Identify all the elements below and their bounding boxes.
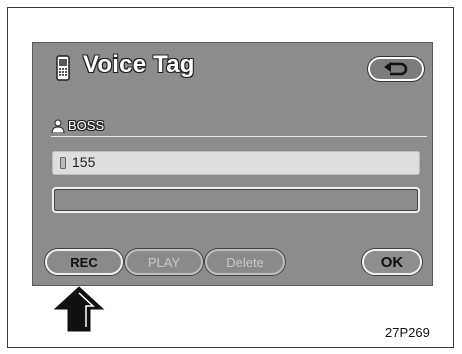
play-button[interactable]: PLAY [125,249,203,275]
contact-name-row: BOSS [51,115,427,137]
person-icon [51,119,65,133]
delete-button[interactable]: Delete [205,249,285,275]
contact-name: BOSS [68,118,105,133]
phone-number-value: 155 [72,154,96,170]
voice-tag-screen: Voice Tag BOSS 155 REC PLAY Delete OK [32,42,433,286]
ok-button[interactable]: OK [362,249,422,275]
empty-entry-field[interactable] [52,187,420,213]
rec-button[interactable]: REC [45,249,123,275]
return-arrow-icon [384,62,408,76]
figure-caption: 27P269 [385,325,430,340]
phone-number-field[interactable]: 155 [52,151,420,175]
name-divider [51,136,427,137]
pointer-arrow-icon [53,286,105,332]
back-button[interactable] [368,57,424,81]
mobile-phone-icon [56,55,70,81]
small-phone-icon [60,157,66,169]
title-bar: Voice Tag [33,43,432,89]
page-title: Voice Tag [83,51,195,78]
